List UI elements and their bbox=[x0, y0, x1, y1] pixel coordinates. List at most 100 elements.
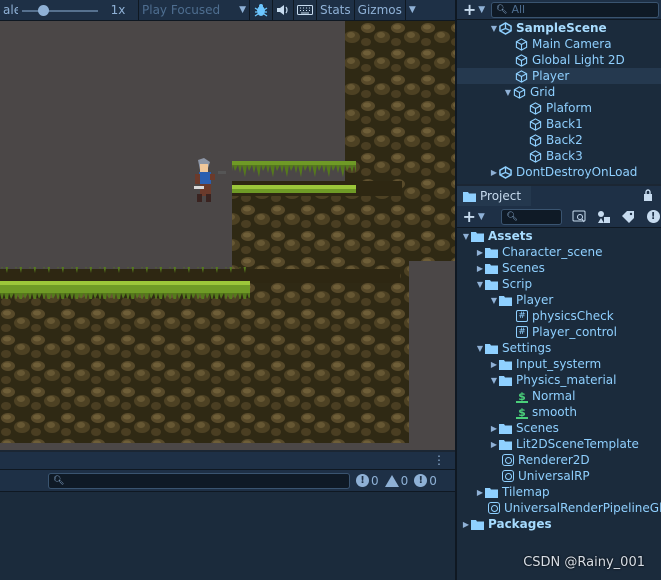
tree-item-main-camera[interactable]: Main Camera bbox=[457, 36, 661, 52]
tree-item-player-folder[interactable]: ▼ Player bbox=[457, 292, 661, 308]
expand-arrow-icon[interactable]: ▼ bbox=[489, 24, 499, 33]
tree-item-character-scene[interactable]: ▶ Character_scene bbox=[457, 244, 661, 260]
upper-platform-grass bbox=[232, 161, 356, 193]
tab-project[interactable]: Project bbox=[457, 186, 531, 206]
gameobject-cube-icon bbox=[513, 85, 526, 99]
expand-arrow-icon[interactable]: ▼ bbox=[489, 376, 499, 385]
more-options-icon[interactable]: ⋮ bbox=[433, 454, 445, 466]
folder-icon bbox=[485, 487, 498, 498]
stats-button[interactable]: Stats bbox=[317, 0, 354, 21]
expand-arrow-icon[interactable]: ▶ bbox=[489, 168, 499, 177]
lock-icon[interactable] bbox=[643, 189, 653, 204]
tree-item-grid[interactable]: ▼ Grid bbox=[457, 84, 661, 100]
gameobject-cube-icon bbox=[529, 117, 542, 131]
scale-slider-thumb[interactable] bbox=[38, 4, 49, 16]
hierarchy-search-input[interactable]: 🔍︎ All bbox=[491, 1, 659, 18]
expand-arrow-icon[interactable]: ▼ bbox=[475, 344, 485, 353]
tree-item-samplescene[interactable]: ▼ SampleScene bbox=[457, 20, 661, 36]
tree-item-tilemap[interactable]: ▶ Tilemap bbox=[457, 484, 661, 500]
tree-item-settings-scenes[interactable]: ▶ Scenes bbox=[457, 420, 661, 436]
tree-item-smooth[interactable]: $ smooth bbox=[457, 404, 661, 420]
create-asset-button[interactable]: + ▼ bbox=[457, 207, 490, 226]
console-header: ⋮ bbox=[0, 452, 455, 470]
keyboard-icon bbox=[297, 5, 313, 15]
expand-arrow-icon[interactable]: ▼ bbox=[461, 232, 471, 241]
play-mode-dropdown[interactable]: Play Focused ▼ bbox=[139, 0, 249, 21]
tree-item-global-light-2d[interactable]: Global Light 2D bbox=[457, 52, 661, 68]
filter-by-label-button[interactable] bbox=[621, 209, 637, 225]
upper-platform-rocks bbox=[232, 196, 402, 276]
tree-item-assets[interactable]: ▼ Assets bbox=[457, 228, 661, 244]
expand-arrow-icon[interactable]: ▶ bbox=[489, 360, 499, 369]
expand-arrow-icon[interactable]: ▶ bbox=[489, 424, 499, 433]
tree-item-normal[interactable]: $ Normal bbox=[457, 388, 661, 404]
tree-item-label: Character_scene bbox=[502, 245, 603, 259]
tree-item-universalrp[interactable]: UniversalRP bbox=[457, 468, 661, 484]
speaker-icon bbox=[277, 5, 288, 15]
game-toolbar: ale 1x Play Focused ▼ Stats Gizmos ▼ bbox=[0, 0, 455, 21]
tree-item-lit2dscenetemplate[interactable]: ▶ Lit2DSceneTemplate bbox=[457, 436, 661, 452]
scale-slider-track bbox=[22, 9, 98, 12]
expand-arrow-icon[interactable]: ▼ bbox=[489, 296, 499, 305]
info-count-toggle[interactable]: ! 0 bbox=[414, 474, 437, 488]
tree-item-back3[interactable]: Back3 bbox=[457, 148, 661, 164]
error-count: 0 bbox=[371, 473, 379, 488]
info-icon: ! bbox=[646, 210, 660, 223]
tree-item-packages[interactable]: ▶ Packages bbox=[457, 516, 661, 532]
tree-item-dontdestroyonload[interactable]: ▶ DontDestroyOnLoad bbox=[457, 164, 661, 180]
game-canvas[interactable] bbox=[0, 21, 455, 450]
expand-arrow-icon[interactable]: ▶ bbox=[475, 264, 485, 273]
tree-item-label: Scenes bbox=[516, 421, 559, 435]
expand-arrow-icon[interactable]: ▶ bbox=[461, 520, 471, 529]
expand-arrow-icon[interactable]: ▶ bbox=[475, 488, 485, 497]
folder-open-icon bbox=[499, 295, 512, 306]
folder-icon bbox=[499, 423, 512, 434]
project-tab-bar: Project bbox=[457, 186, 661, 206]
folder-icon bbox=[485, 263, 498, 274]
keyboard-shortcuts-button[interactable] bbox=[294, 0, 316, 21]
search-by-label-button[interactable] bbox=[596, 209, 612, 225]
gizmos-button[interactable]: Gizmos bbox=[355, 0, 405, 21]
expand-arrow-icon[interactable]: ▶ bbox=[489, 440, 499, 449]
tree-item-label: SampleScene bbox=[516, 21, 607, 35]
console-search-input[interactable]: 🔍︎ bbox=[48, 472, 350, 489]
mute-audio-button[interactable] bbox=[273, 0, 293, 21]
folder-open-icon bbox=[485, 343, 498, 354]
project-search-input[interactable]: 🔍︎ bbox=[501, 208, 563, 225]
tree-item-urp-global-settings[interactable]: UniversalRenderPipelineGlo bbox=[457, 500, 661, 516]
warning-count-toggle[interactable]: 0 bbox=[384, 474, 408, 488]
expand-arrow-icon[interactable]: ▶ bbox=[475, 248, 485, 257]
tree-item-scrip[interactable]: ▼ Scrip bbox=[457, 276, 661, 292]
add-object-button[interactable]: + ▼ bbox=[457, 0, 491, 19]
tree-item-input-systerm[interactable]: ▶ Input_systerm bbox=[457, 356, 661, 372]
shapes-icon bbox=[597, 210, 610, 223]
tree-item-plaform[interactable]: Plaform bbox=[457, 100, 661, 116]
tree-item-back2[interactable]: Back2 bbox=[457, 132, 661, 148]
folder-open-icon bbox=[485, 279, 498, 290]
scale-slider[interactable] bbox=[18, 0, 98, 21]
hierarchy-panel: + ▼ 🔍︎ All ▼ SampleScene Main Camera Glob… bbox=[457, 0, 661, 184]
tree-item-label: Grid bbox=[530, 85, 556, 99]
tree-item-settings[interactable]: ▼ Settings bbox=[457, 340, 661, 356]
folder-open-icon bbox=[471, 231, 484, 242]
tree-item-label: Back2 bbox=[546, 133, 583, 147]
folder-icon bbox=[471, 519, 484, 530]
project-toolbar: + ▼ 🔍︎ ! bbox=[457, 206, 661, 228]
tree-item-physics-material[interactable]: ▼ Physics_material bbox=[457, 372, 661, 388]
gizmos-dropdown[interactable]: ▼ bbox=[406, 0, 419, 21]
tree-item-player-control[interactable]: # Player_control bbox=[457, 324, 661, 340]
expand-arrow-icon[interactable]: ▼ bbox=[503, 88, 513, 97]
tree-item-physicscheck[interactable]: # physicsCheck bbox=[457, 308, 661, 324]
scale-value: 1x bbox=[110, 3, 126, 17]
expand-arrow-icon[interactable]: ▼ bbox=[475, 280, 485, 289]
tree-item-scenes[interactable]: ▶ Scenes bbox=[457, 260, 661, 276]
tree-item-back1[interactable]: Back1 bbox=[457, 116, 661, 132]
search-by-type-button[interactable] bbox=[571, 209, 587, 225]
error-count-toggle[interactable]: ! 0 bbox=[356, 474, 379, 488]
tree-item-renderer2d[interactable]: Renderer2D bbox=[457, 452, 661, 468]
info-button[interactable]: ! bbox=[645, 209, 661, 225]
tree-item-player[interactable]: Player bbox=[457, 68, 661, 84]
chevron-down-icon: ▼ bbox=[239, 5, 246, 15]
bug-button[interactable] bbox=[250, 0, 272, 21]
game-view-panel: ale 1x Play Focused ▼ Stats Gizmos ▼ bbox=[0, 0, 455, 450]
